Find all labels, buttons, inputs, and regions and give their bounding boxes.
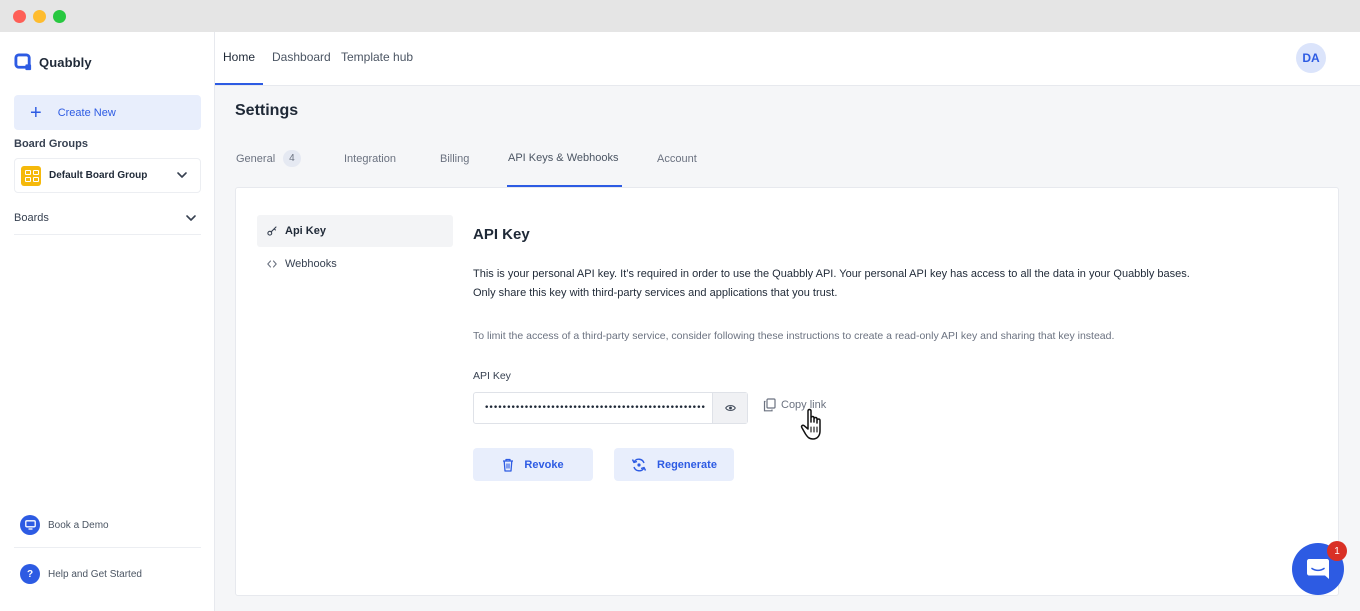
description-line-2: Only share this key with third-party ser… — [473, 287, 838, 299]
question-icon: ? — [20, 564, 40, 584]
window-close-button[interactable] — [13, 10, 26, 23]
window-minimize-button[interactable] — [33, 10, 46, 23]
help-link[interactable]: ? Help and Get Started — [20, 559, 201, 589]
sidebar: Quabbly + Create New Board Groups Defaul… — [0, 32, 215, 611]
tab-account[interactable]: Account — [657, 153, 697, 165]
api-key-field-label: API Key — [473, 370, 511, 382]
nav-active-indicator — [215, 83, 263, 85]
description-line-1: This is your personal API key. It’s requ… — [473, 268, 1190, 280]
tab-general-label: General — [236, 152, 276, 165]
logo[interactable]: Quabbly — [14, 53, 92, 72]
refresh-icon — [631, 458, 647, 471]
copy-link-label: Copy link — [781, 399, 827, 411]
page-title: Settings — [235, 102, 299, 119]
tab-general[interactable]: General 4 — [236, 150, 301, 167]
chevron-down-icon — [177, 172, 187, 178]
api-key-title: API Key — [473, 226, 530, 243]
chat-notification-badge: 1 — [1327, 541, 1347, 561]
api-key-field — [473, 392, 748, 424]
book-demo-link[interactable]: Book a Demo — [20, 510, 201, 540]
quabbly-logo-icon — [14, 53, 32, 71]
key-icon — [267, 226, 277, 236]
api-key-input[interactable] — [474, 393, 712, 423]
create-new-label: Create New — [57, 106, 116, 119]
nav-template-hub[interactable]: Template hub — [341, 50, 413, 64]
window-titlebar — [0, 0, 1360, 32]
plus-icon: + — [30, 101, 42, 124]
subnav-webhooks[interactable]: Webhooks — [257, 248, 453, 280]
board-groups-heading: Board Groups — [14, 138, 88, 150]
boards-toggle[interactable]: Boards — [14, 202, 201, 235]
api-key-description: This is your personal API key. It’s requ… — [473, 265, 1273, 303]
tab-general-badge: 4 — [283, 150, 301, 167]
subnav-api-key[interactable]: Api Key — [257, 215, 453, 247]
subnav-api-key-label: Api Key — [285, 225, 326, 237]
board-group-name: Default Board Group — [49, 170, 148, 181]
boards-label: Boards — [14, 212, 49, 224]
nav-dashboard[interactable]: Dashboard — [272, 50, 331, 64]
regenerate-button[interactable]: Regenerate — [614, 448, 734, 481]
create-new-button[interactable]: + Create New — [14, 95, 201, 130]
trash-icon — [503, 458, 514, 472]
tab-api-keys-webhooks[interactable]: API Keys & Webhooks — [508, 152, 618, 164]
copy-icon — [763, 398, 776, 412]
avatar[interactable]: DA — [1296, 43, 1326, 73]
code-icon — [267, 260, 277, 268]
copy-link-button[interactable]: Copy link — [763, 398, 826, 412]
window-maximize-button[interactable] — [53, 10, 66, 23]
top-navigation: Home Dashboard Template hub DA — [215, 32, 1360, 86]
brand-name: Quabbly — [39, 55, 92, 70]
subnav-webhooks-label: Webhooks — [285, 258, 337, 270]
settings-page: Settings General 4 Integration Billing A… — [215, 86, 1360, 611]
help-label: Help and Get Started — [48, 568, 142, 580]
board-group-select[interactable]: Default Board Group — [14, 158, 201, 193]
chat-icon — [1307, 559, 1329, 579]
chevron-down-icon — [186, 215, 196, 221]
api-key-card: Api Key Webhooks API Key This is your pe… — [235, 187, 1339, 596]
tab-integration[interactable]: Integration — [344, 153, 396, 165]
revoke-label: Revoke — [524, 458, 564, 471]
revoke-button[interactable]: Revoke — [473, 448, 593, 481]
nav-home[interactable]: Home — [223, 50, 255, 64]
sidebar-divider — [14, 547, 201, 548]
regenerate-label: Regenerate — [657, 458, 717, 471]
tab-billing[interactable]: Billing — [440, 153, 469, 165]
book-demo-label: Book a Demo — [48, 519, 109, 531]
show-key-button[interactable] — [712, 393, 747, 423]
monitor-icon — [20, 515, 40, 535]
api-key-note: To limit the access of a third-party ser… — [473, 330, 1115, 342]
eye-icon — [724, 405, 736, 411]
hand-pointer-icon — [800, 408, 821, 440]
grid-icon — [21, 165, 41, 186]
